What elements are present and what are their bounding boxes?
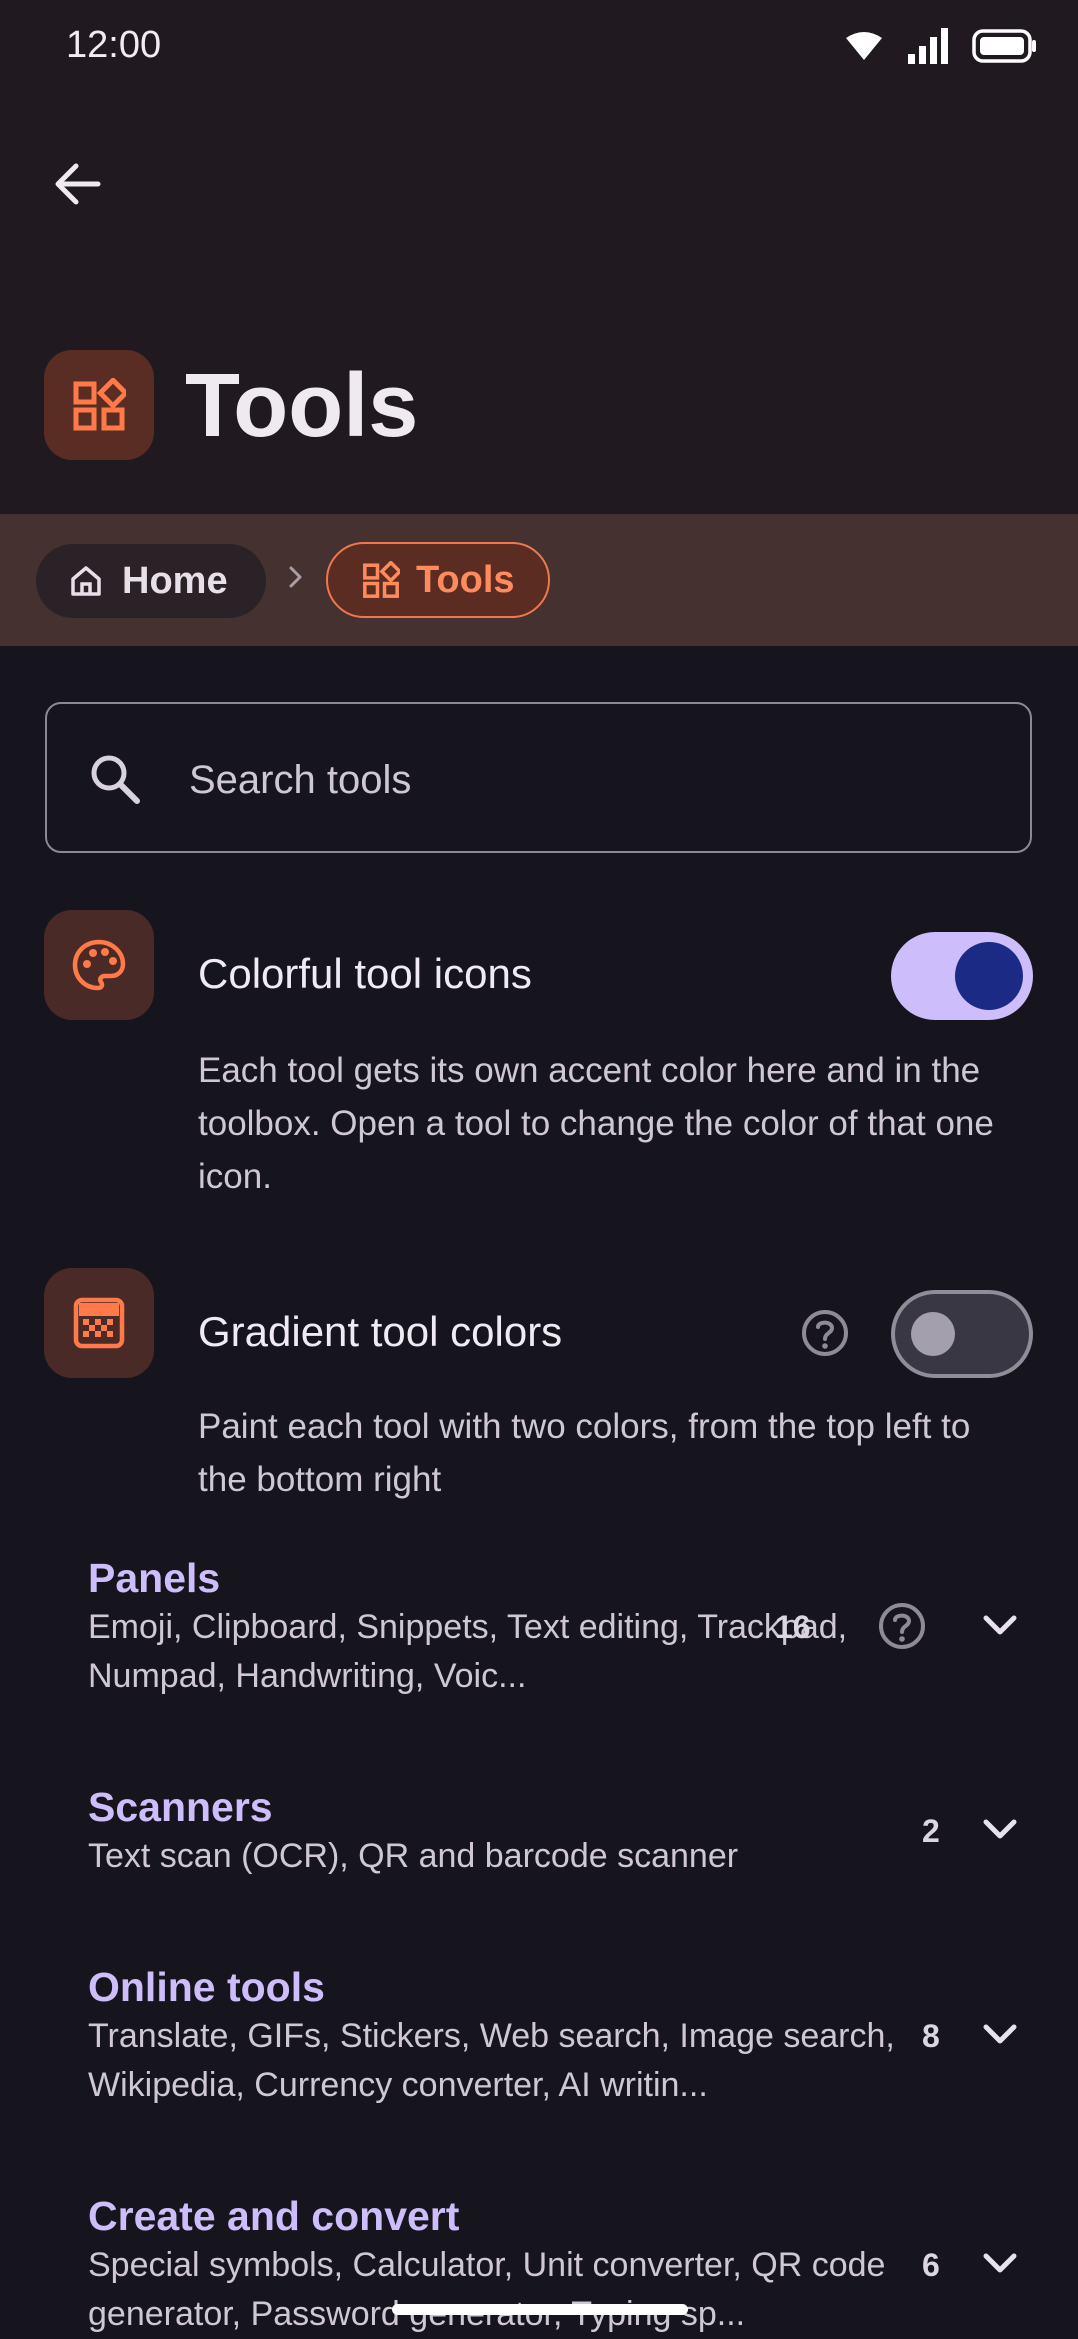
app-header: 12:00 Tools <box>0 0 1078 514</box>
category-count: 16 <box>775 1609 811 1645</box>
palette-icon <box>72 939 126 991</box>
chevron-down-icon[interactable] <box>980 2019 1020 2049</box>
chevron-right-icon <box>289 566 302 588</box>
setting-colorful-icons-description: Each tool gets its own accent color here… <box>198 1051 994 1196</box>
category-title: Online tools <box>88 1964 325 2010</box>
chevron-down-icon[interactable] <box>980 2248 1020 2278</box>
colorful-icons-toggle[interactable] <box>891 932 1033 1020</box>
signal-icon <box>908 28 948 64</box>
page-title: Tools <box>185 356 419 456</box>
breadcrumb-home-label: Home <box>122 559 228 602</box>
search-input[interactable] <box>187 744 991 816</box>
home-icon <box>71 566 101 596</box>
category-count: 6 <box>922 2247 940 2283</box>
setting-colorful-icons-title: Colorful tool icons <box>198 950 532 997</box>
gradient-colors-toggle[interactable] <box>891 1290 1033 1378</box>
palette-icon-box <box>44 910 154 1020</box>
tools-title-icon <box>44 350 154 460</box>
gradient-icon <box>73 1297 125 1349</box>
chevron-down-icon[interactable] <box>980 1814 1020 1844</box>
setting-gradient-colors-title: Gradient tool colors <box>198 1308 563 1355</box>
toggle-knob <box>955 942 1023 1010</box>
battery-icon <box>972 29 1036 63</box>
arrow-left-icon <box>55 163 101 205</box>
toggle-knob <box>911 1312 955 1356</box>
grid-shapes-icon <box>363 561 400 598</box>
search-icon <box>91 755 140 804</box>
category-count: 8 <box>922 2018 940 2054</box>
status-icons <box>844 28 1038 64</box>
help-icon[interactable] <box>877 1601 927 1651</box>
category-title: Panels <box>88 1555 221 1601</box>
category-description: Text scan (OCR), QR and barcode scanner <box>88 1837 739 1875</box>
search-box[interactable] <box>45 702 1032 853</box>
home-indicator[interactable] <box>392 2304 688 2315</box>
category-description: Special symbols, Calculator, Unit conver… <box>88 2246 886 2333</box>
breadcrumb-home[interactable]: Home <box>36 544 266 618</box>
back-button[interactable] <box>44 150 112 218</box>
help-icon[interactable] <box>800 1308 850 1358</box>
status-time: 12:00 <box>66 24 162 66</box>
grid-shapes-icon <box>73 378 126 431</box>
category-title: Create and convert <box>88 2193 460 2239</box>
chevron-down-icon[interactable] <box>980 1610 1020 1640</box>
category-description: Translate, GIFs, Stickers, Web search, I… <box>88 2017 895 2104</box>
category-panels[interactable]: Panels Emoji, Clipboard, Snippets, Text … <box>88 1553 1078 1701</box>
breadcrumb-tools[interactable]: Tools <box>326 542 550 618</box>
setting-gradient-colors-description: Paint each tool with two colors, from th… <box>198 1407 971 1499</box>
category-count: 2 <box>922 1813 940 1849</box>
gradient-icon-box <box>44 1268 154 1378</box>
wifi-icon <box>846 32 882 60</box>
breadcrumb-tools-label: Tools <box>416 558 515 601</box>
breadcrumb: Home Tools <box>0 514 1078 646</box>
